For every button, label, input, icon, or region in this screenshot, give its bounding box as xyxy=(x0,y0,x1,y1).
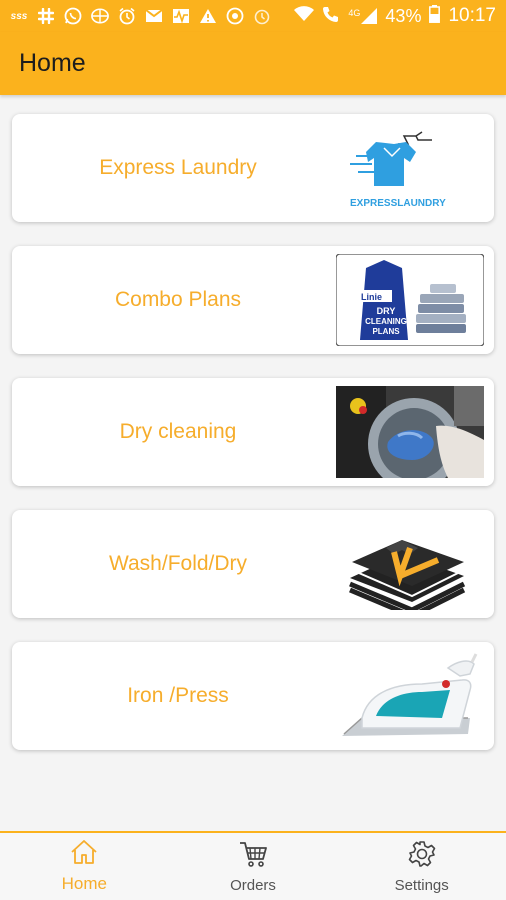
status-bar: sss 4G 43% 10:17 xyxy=(0,0,506,32)
nav-orders[interactable]: Orders xyxy=(169,833,338,900)
nav-home-label: Home xyxy=(61,874,108,893)
washing-machine-image xyxy=(336,386,484,490)
service-label: Express Laundry xyxy=(99,156,257,179)
bottom-navigation: Home Orders Settings xyxy=(0,831,506,900)
whatsapp-icon xyxy=(64,7,82,25)
network-type: 4G xyxy=(348,8,361,18)
battery-icon xyxy=(429,4,441,28)
bag-text-3: PLANS xyxy=(372,327,400,336)
steam-iron-image xyxy=(336,650,484,742)
page-title: Home xyxy=(19,49,86,77)
cart-icon xyxy=(238,840,268,873)
app-bar: Home xyxy=(0,32,506,95)
alarm-icon xyxy=(118,7,136,25)
service-card-wash-fold-dry[interactable]: Wash/Fold/Dry xyxy=(12,510,494,619)
bag-logo-text: Linie xyxy=(361,292,382,302)
service-card-combo-plans[interactable]: Combo Plans Linie DRY CLEANING PLANS xyxy=(12,246,494,354)
folded-shirts-image xyxy=(336,518,484,619)
service-label: Wash/Fold/Dry xyxy=(108,552,248,575)
activity-icon xyxy=(172,7,190,25)
wifi-icon xyxy=(294,5,315,27)
gear-icon xyxy=(408,840,436,873)
service-card-express-laundry[interactable]: Express Laundry EXPRESSLAUNDRY xyxy=(12,114,494,222)
circle-icon xyxy=(226,7,244,25)
service-label: Combo Plans xyxy=(114,288,242,311)
vpn-icon xyxy=(91,7,109,25)
dry-cleaning-plans-image: Linie DRY CLEANING PLANS xyxy=(335,253,485,347)
express-laundry-image: EXPRESSLAUNDRY xyxy=(336,122,484,214)
nav-settings[interactable]: Settings xyxy=(337,833,506,900)
service-label: Dry cleaning xyxy=(119,420,237,443)
bag-text-1: DRY xyxy=(377,306,396,316)
express-logo-text: EXPRESSLAUNDRY xyxy=(350,198,446,209)
warning-icon xyxy=(199,7,217,25)
signal-icon: 4G xyxy=(348,8,378,24)
gmail-icon xyxy=(145,7,163,25)
battery-percent: 43% xyxy=(385,5,422,26)
nav-settings-label: Settings xyxy=(394,876,449,894)
alarm-icon xyxy=(253,7,271,25)
home-icon xyxy=(69,839,99,870)
nav-home[interactable]: Home xyxy=(0,833,169,900)
service-card-dry-cleaning[interactable]: Dry cleaning xyxy=(12,378,494,490)
slack-icon xyxy=(37,7,55,25)
service-label: Iron /Press xyxy=(127,684,229,707)
call-icon xyxy=(322,5,340,28)
nav-orders-label: Orders xyxy=(230,876,276,894)
bag-text-2: CLEANING xyxy=(365,317,407,326)
sss-icon: sss xyxy=(10,10,28,22)
service-card-iron-press[interactable]: Iron /Press xyxy=(12,642,494,750)
clock: 10:17 xyxy=(448,5,496,26)
